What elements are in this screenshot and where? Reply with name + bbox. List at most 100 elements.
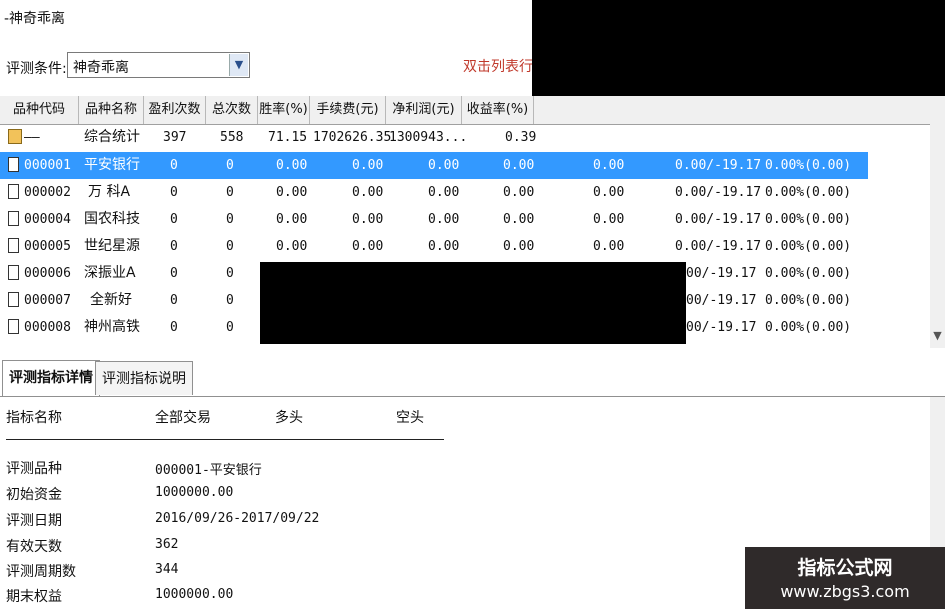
cell-col10: 0.00/-19.17 [675, 158, 762, 173]
tab-indicator-description[interactable]: 评测指标说明 [95, 361, 193, 395]
cell-col11: 0.00%(0.00) [765, 239, 852, 254]
cell-profit: 1300943... [389, 130, 468, 145]
detail-key: 初始资金 [6, 487, 62, 503]
cell-name: 万 科A [88, 184, 131, 200]
cell-col10: 0.00/-19.17 [675, 239, 762, 254]
detail-key: 评测周期数 [6, 564, 76, 580]
grid-header: 品种代码 品种名称 盈利次数 总次数 胜率(%) 手续费(元) 净利润(元) 收… [0, 96, 945, 125]
detail-value: 344 [155, 562, 179, 577]
cell-fee: 1702626.35 [313, 130, 392, 145]
header-win-count[interactable]: 盈利次数 [144, 96, 206, 124]
header-profit[interactable]: 净利润(元) [386, 96, 462, 124]
detail-key: 评测日期 [6, 513, 62, 529]
cell-win: 0 [170, 239, 178, 254]
cell-code: 000001 [24, 158, 71, 173]
cell-total: 0 [226, 212, 234, 227]
cell-win: 397 [163, 130, 187, 145]
detail-divider [6, 439, 444, 440]
results-grid[interactable]: 品种代码 品种名称 盈利次数 总次数 胜率(%) 手续费(元) 净利润(元) 收… [0, 96, 945, 348]
cell-code: 000004 [24, 212, 71, 227]
file-icon [8, 319, 19, 334]
header-code[interactable]: 品种代码 [0, 96, 79, 124]
table-row[interactable]: 000005 世纪星源 0 0 0.00 0.00 0.00 0.00 0.00… [0, 233, 868, 260]
header-win-rate[interactable]: 胜率(%) [258, 96, 310, 124]
cell-total: 0 [226, 266, 234, 281]
header-fee[interactable]: 手续费(元) [310, 96, 386, 124]
detail-value: 1000000.00 [155, 485, 234, 500]
cell-total: 0 [226, 158, 234, 173]
cell-col11: 0.00%(0.00) [765, 266, 852, 281]
cell-return: 0.00 [503, 239, 535, 254]
cell-code: 000007 [24, 293, 71, 308]
table-row[interactable]: —— 综合统计 397 558 71.15 1702626.35 1300943… [0, 124, 868, 151]
window-title: -神奇乖离 [4, 11, 66, 27]
detail-header-long: 多头 [275, 410, 303, 426]
grid-scrollbar[interactable]: ▼ [930, 124, 945, 348]
header-total-count[interactable]: 总次数 [206, 96, 258, 124]
condition-label: 评测条件: [6, 61, 67, 77]
cell-name: 全新好 [90, 292, 132, 308]
file-icon [8, 157, 19, 172]
file-icon [8, 211, 19, 226]
detail-value: 000001-平安银行 [155, 463, 262, 478]
detail-header-all: 全部交易 [155, 410, 211, 426]
cell-return: 0.00 [503, 158, 535, 173]
cell-col9: 0.00 [593, 158, 625, 173]
cell-col11: 0.00%(0.00) [765, 212, 852, 227]
cell-fee: 0.00 [352, 185, 384, 200]
cell-total: 558 [220, 130, 244, 145]
scroll-down-icon[interactable]: ▼ [930, 329, 945, 342]
table-row[interactable]: 000002 万 科A 0 0 0.00 0.00 0.00 0.00 0.00… [0, 179, 868, 206]
summary-icon [8, 129, 22, 144]
cell-fee: 0.00 [352, 239, 384, 254]
cell-win: 0 [170, 212, 178, 227]
cell-return: 0.00 [503, 212, 535, 227]
file-icon [8, 238, 19, 253]
cell-profit: 0.00 [428, 239, 460, 254]
cell-rate: 0.00 [276, 212, 308, 227]
table-row-selected[interactable]: 000001 平安银行 0 0 0.00 0.00 0.00 0.00 0.00… [0, 152, 868, 179]
cell-total: 0 [226, 185, 234, 200]
detail-tabs: 评测指标详情 评测指标说明 [0, 352, 945, 397]
cell-return: 0.39 [505, 130, 537, 145]
cell-win: 0 [170, 293, 178, 308]
tab-indicator-details[interactable]: 评测指标详情 [2, 360, 100, 396]
cell-total: 0 [226, 320, 234, 335]
cell-profit: 0.00 [428, 185, 460, 200]
cell-col10: 00/-19.17 [686, 293, 757, 308]
cell-name: 国农科技 [84, 211, 140, 227]
cell-code: 000008 [24, 320, 71, 335]
cell-col9: 0.00 [593, 212, 625, 227]
cell-win: 0 [170, 185, 178, 200]
cell-col11: 0.00%(0.00) [765, 185, 852, 200]
file-icon [8, 184, 19, 199]
file-icon [8, 292, 19, 307]
cell-name: 神州高铁 [84, 319, 140, 335]
cell-rate: 0.00 [276, 158, 308, 173]
table-row[interactable]: 000004 国农科技 0 0 0.00 0.00 0.00 0.00 0.00… [0, 206, 868, 233]
cell-code: 000006 [24, 266, 71, 281]
cell-col10: 00/-19.17 [686, 320, 757, 335]
condition-select-value: 神奇乖离 [73, 60, 129, 76]
chevron-down-icon[interactable]: ▼ [229, 54, 248, 76]
header-name[interactable]: 品种名称 [79, 96, 144, 124]
cell-name: 世纪星源 [84, 238, 140, 254]
watermark-title: 指标公式网 [797, 557, 893, 579]
site-watermark: 指标公式网 www.zbgs3.com [745, 547, 945, 609]
cell-col9: 0.00 [593, 239, 625, 254]
cell-win: 0 [170, 158, 178, 173]
cell-col10: 0.00/-19.17 [675, 185, 762, 200]
watermark-url: www.zbgs3.com [780, 582, 910, 601]
cell-name: 平安银行 [84, 157, 140, 173]
file-icon [8, 265, 19, 280]
condition-select[interactable]: 神奇乖离 ▼ [67, 52, 250, 78]
cell-profit: 0.00 [428, 212, 460, 227]
cell-col11: 0.00%(0.00) [765, 293, 852, 308]
cell-fee: 0.00 [352, 212, 384, 227]
redaction-block-rows [260, 262, 686, 344]
cell-col10: 00/-19.17 [686, 266, 757, 281]
cell-code: —— [24, 130, 40, 145]
cell-profit: 0.00 [428, 158, 460, 173]
cell-return: 0.00 [503, 185, 535, 200]
header-return[interactable]: 收益率(%) [462, 96, 534, 124]
